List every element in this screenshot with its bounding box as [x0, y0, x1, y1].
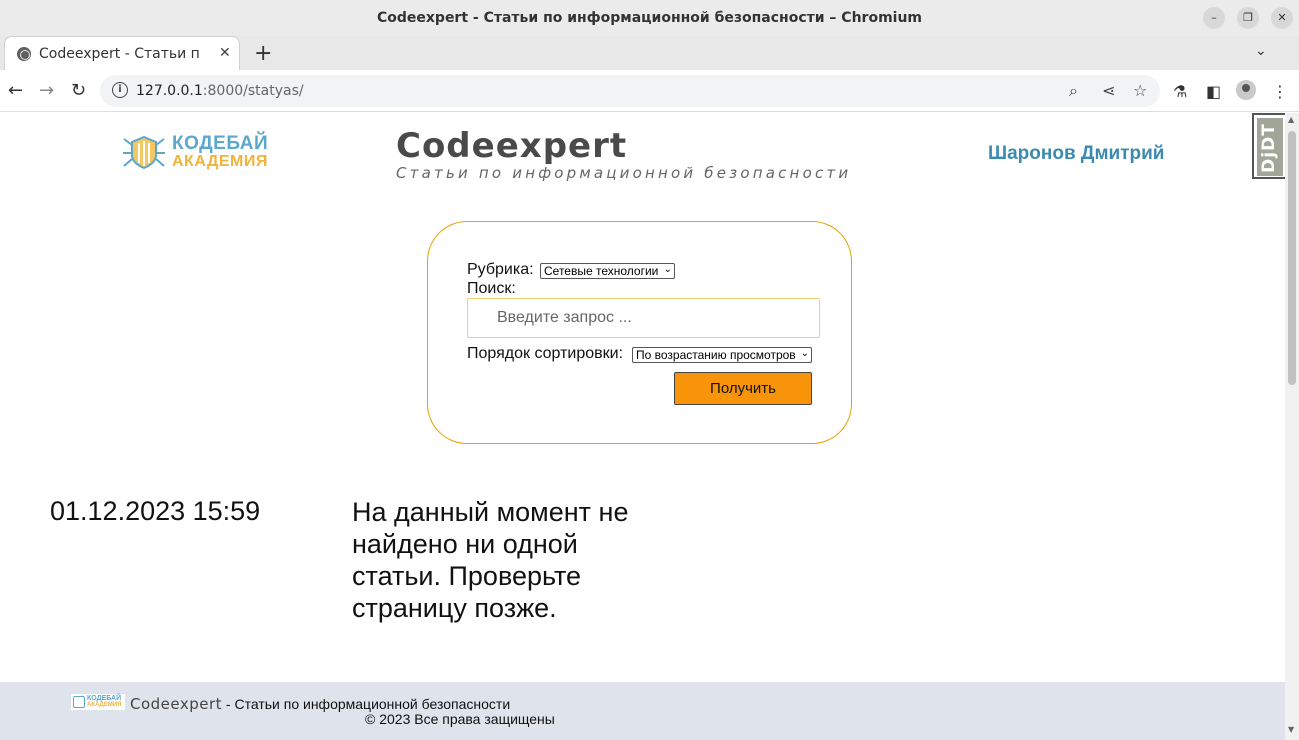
sort-select[interactable]: По возрастанию просмотров ⌄: [632, 347, 812, 363]
tab-search-chevron-icon[interactable]: ⌄: [1255, 43, 1267, 59]
chevron-down-icon: ⌄: [800, 348, 809, 359]
page-scrollbar[interactable]: ▲ ▼: [1285, 113, 1299, 740]
scrollbar-thumb[interactable]: [1288, 131, 1296, 385]
submit-button[interactable]: Получить: [674, 372, 812, 405]
scroll-up-icon[interactable]: ▲: [1288, 115, 1294, 124]
category-select[interactable]: Сетевые технологии ⌄: [540, 263, 675, 279]
site-title: Codeexpert: [396, 126, 628, 166]
tab-active[interactable]: Codeexpert - Статьи по информационной бе…: [4, 36, 240, 70]
tab-title: Codeexpert - Статьи по информационной бе…: [39, 46, 199, 62]
omnibox[interactable]: i 127.0.0.1:8000/statyas/ ⌕ ⋖ ☆: [100, 75, 1160, 107]
footer-copyright: © 2023 Все права защищены: [365, 711, 555, 727]
minimize-icon[interactable]: –: [1203, 7, 1225, 29]
sort-label: Порядок сортировки:: [467, 345, 624, 362]
shield-bug-icon: [123, 135, 165, 169]
djdt-label: DjDT: [1258, 123, 1279, 173]
url-text[interactable]: 127.0.0.1:8000/statyas/: [136, 83, 304, 99]
site-info-icon[interactable]: i: [112, 82, 128, 98]
filter-form: Рубрика: Сетевые технологии ⌄ Поиск: Вве…: [427, 221, 852, 444]
lab-flask-icon[interactable]: ⚗: [1173, 82, 1187, 101]
logo-text-bottom: АКАДЕМИЯ: [172, 153, 268, 170]
menu-kebab-icon[interactable]: ⋮: [1272, 82, 1288, 101]
close-icon[interactable]: ✕: [1271, 7, 1293, 29]
window-titlebar: Codeexpert - Статьи по информационной бе…: [0, 0, 1299, 36]
chevron-down-icon: ⌄: [663, 264, 672, 275]
profile-avatar-icon[interactable]: [1236, 80, 1256, 100]
current-datetime: 01.12.2023 15:59: [50, 496, 261, 526]
category-label: Рубрика:: [467, 261, 534, 278]
tab-strip: Codeexpert - Статьи по информационной бе…: [0, 36, 1299, 70]
site-subtitle: Статьи по информационной безопасности: [396, 164, 852, 182]
page-viewport: КОДЕБАЙ АКАДЕМИЯ Codeexpert Статьи по ин…: [0, 113, 1285, 740]
browser-toolbar: ← → ↻ i 127.0.0.1:8000/statyas/ ⌕ ⋖ ☆ ⚗ …: [0, 70, 1299, 112]
codeby-academy-logo[interactable]: КОДЕБАЙ АКАДЕМИЯ: [122, 133, 268, 173]
share-icon[interactable]: ⋖: [1102, 81, 1115, 100]
logo-text-top: КОДЕБАЙ: [172, 133, 269, 154]
footer-logo[interactable]: КОДЕБАЙ АКАДЕМИЯ: [71, 694, 125, 710]
globe-icon: [17, 47, 31, 61]
tab-close-icon[interactable]: ✕: [219, 45, 231, 61]
reload-button[interactable]: ↻: [71, 80, 86, 101]
zoom-icon[interactable]: ⌕: [1069, 81, 1078, 101]
back-button[interactable]: ←: [8, 80, 23, 101]
empty-results-message: На данный момент не найдено ни одной ста…: [352, 497, 629, 623]
user-profile-link[interactable]: Шаронов Дмитрий: [988, 143, 1164, 165]
new-tab-button[interactable]: +: [254, 41, 272, 66]
page-footer: КОДЕБАЙ АКАДЕМИЯ Codeexpert - Статьи по …: [0, 682, 1285, 740]
forward-button[interactable]: →: [39, 80, 54, 101]
window-title: Codeexpert - Статьи по информационной бе…: [376, 10, 923, 26]
search-input[interactable]: Введите запрос ...: [467, 298, 820, 338]
scroll-down-icon[interactable]: ▼: [1288, 725, 1294, 734]
side-panel-icon[interactable]: ◧: [1206, 82, 1221, 101]
django-debug-toolbar-handle[interactable]: DjDT: [1252, 113, 1285, 179]
bookmark-star-icon[interactable]: ☆: [1133, 81, 1147, 100]
shield-bug-icon: [73, 696, 85, 708]
search-label: Поиск:: [467, 280, 516, 297]
restore-icon[interactable]: ❐: [1237, 7, 1259, 29]
